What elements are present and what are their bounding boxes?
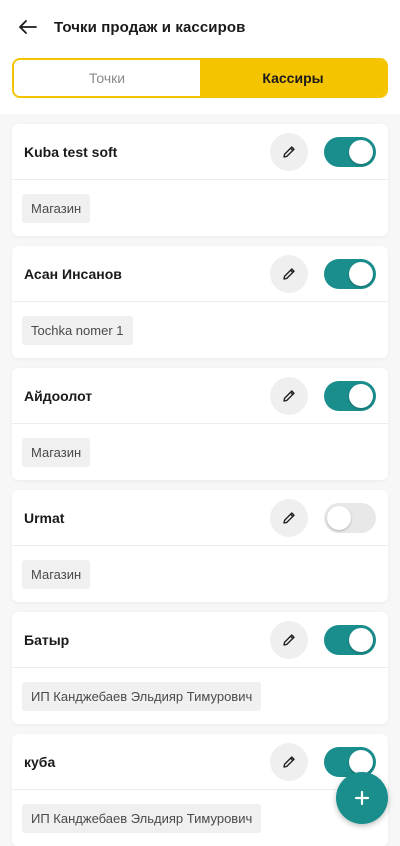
point-tag: Магазин [22, 193, 91, 223]
toggle-knob [349, 627, 373, 652]
pencil-icon [283, 633, 295, 646]
cashier-card-footer: ИП Канджебаев Эльдияр Тимурович [12, 668, 388, 724]
pencil-icon [283, 145, 295, 158]
active-toggle[interactable] [324, 624, 376, 655]
cashier-card-header: Kuba test soft [12, 124, 388, 180]
cashier-name: куба [24, 753, 56, 770]
toggle-knob [327, 505, 351, 530]
active-toggle[interactable] [324, 136, 376, 167]
app-screen: Точки продаж и кассиров Точки Кассиры Ku… [0, 0, 400, 846]
tab-points[interactable]: Точки [14, 60, 200, 96]
cashier-card-footer: Tochka nomer 1 [12, 302, 388, 358]
active-toggle[interactable] [324, 502, 376, 533]
cashier-card-header: Urmat [12, 490, 388, 546]
toggle-knob [349, 749, 373, 774]
edit-button[interactable] [270, 742, 308, 781]
plus-icon [354, 790, 370, 806]
cashier-card: Батыр ИП Канджебаев Эльдияр Тимурович [12, 612, 388, 724]
edit-button[interactable] [270, 132, 308, 171]
cashier-card-header: куба [12, 734, 388, 790]
segmented-tabs: Точки Кассиры [12, 58, 388, 98]
cashier-name: Айдоолот [24, 387, 93, 404]
point-tag: Магазин [22, 437, 91, 467]
pencil-icon [283, 389, 295, 402]
cashier-name: Асан Инсанов [24, 265, 122, 282]
cashier-card: куба ИП Канджебаев Эльдияр Тимурович [12, 734, 388, 846]
pencil-icon [283, 755, 295, 768]
active-toggle[interactable] [324, 258, 376, 289]
cashier-card: Айдоолот Магазин [12, 368, 388, 480]
cashier-card-header: Айдоолот [12, 368, 388, 424]
cashier-card: Асан Инсанов Tochka nomer 1 [12, 246, 388, 358]
cashier-name: Kuba test soft [24, 143, 118, 160]
tabs-container: Точки Кассиры [0, 54, 400, 114]
point-tag: Tochka nomer 1 [22, 315, 133, 345]
back-button[interactable] [14, 13, 42, 41]
add-cashier-button[interactable] [336, 772, 388, 824]
arrow-left-icon [19, 20, 37, 34]
point-tag: Магазин [22, 559, 91, 589]
cashier-card-footer: Магазин [12, 546, 388, 602]
page-title: Точки продаж и кассиров [54, 18, 246, 36]
pencil-icon [283, 511, 295, 524]
point-tag: ИП Канджебаев Эльдияр Тимурович [22, 681, 262, 711]
pencil-icon [283, 267, 295, 280]
toggle-knob [349, 383, 373, 408]
cashier-card-footer: Магазин [12, 424, 388, 480]
cashier-name: Urmat [24, 509, 65, 526]
point-tag: ИП Канджебаев Эльдияр Тимурович [22, 803, 262, 833]
cashier-card-header: Батыр [12, 612, 388, 668]
edit-button[interactable] [270, 376, 308, 415]
tab-cashiers[interactable]: Кассиры [200, 60, 386, 96]
cashier-card: Urmat Магазин [12, 490, 388, 602]
edit-button[interactable] [270, 254, 308, 293]
cashier-card: Kuba test soft Магазин [12, 124, 388, 236]
toggle-knob [349, 139, 373, 164]
active-toggle[interactable] [324, 380, 376, 411]
header: Точки продаж и кассиров [0, 0, 400, 54]
cashier-card-header: Асан Инсанов [12, 246, 388, 302]
cashier-name: Батыр [24, 631, 70, 648]
cashier-card-footer: ИП Канджебаев Эльдияр Тимурович [12, 790, 388, 846]
toggle-knob [349, 261, 373, 286]
cashier-card-footer: Магазин [12, 180, 388, 236]
edit-button[interactable] [270, 620, 308, 659]
cashier-list: Kuba test soft Магазин Асан Инсанов Toch… [0, 114, 400, 846]
edit-button[interactable] [270, 498, 308, 537]
